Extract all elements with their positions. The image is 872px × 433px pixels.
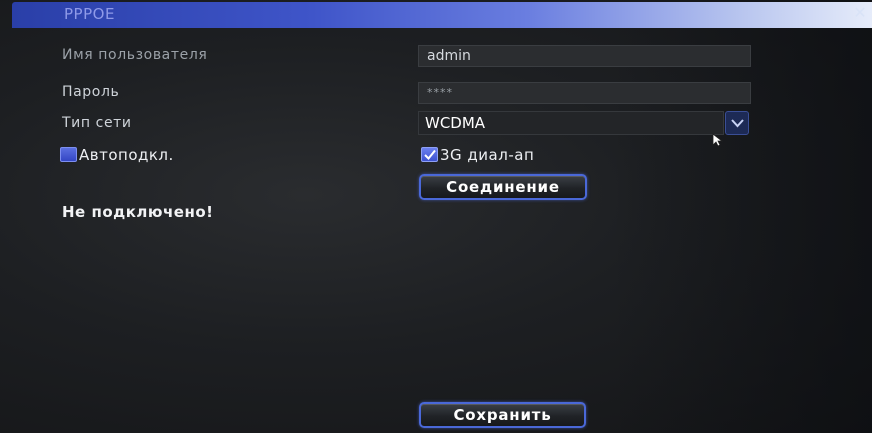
- network-type-select[interactable]: WCDMA: [418, 111, 724, 135]
- network-type-label: Тип сети: [62, 115, 132, 131]
- connect-button[interactable]: Соединение: [419, 174, 587, 200]
- auto-connect-label: Автоподкл.: [79, 146, 174, 164]
- title-bar: PPPOE ✕: [12, 2, 872, 28]
- checkmark-icon: [424, 149, 436, 160]
- chevron-down-icon[interactable]: [725, 111, 749, 135]
- password-field[interactable]: ****: [418, 82, 751, 104]
- username-label: Имя пользователя: [62, 47, 208, 63]
- dialup-3g-checkbox[interactable]: [421, 147, 438, 162]
- connection-status: Не подключено!: [62, 203, 214, 221]
- username-field[interactable]: admin: [418, 45, 751, 67]
- close-icon[interactable]: ✕: [852, 5, 868, 21]
- mouse-cursor-icon: [712, 132, 724, 151]
- dialog-title: PPPOE: [64, 5, 115, 23]
- pppoe-dialog: PPPOE ✕ Имя пользователя admin Пароль **…: [0, 0, 872, 433]
- auto-connect-checkbox[interactable]: [60, 147, 77, 162]
- password-label: Пароль: [62, 84, 120, 100]
- dialup-3g-label: 3G диал-ап: [440, 146, 535, 164]
- save-button[interactable]: Сохранить: [419, 402, 586, 428]
